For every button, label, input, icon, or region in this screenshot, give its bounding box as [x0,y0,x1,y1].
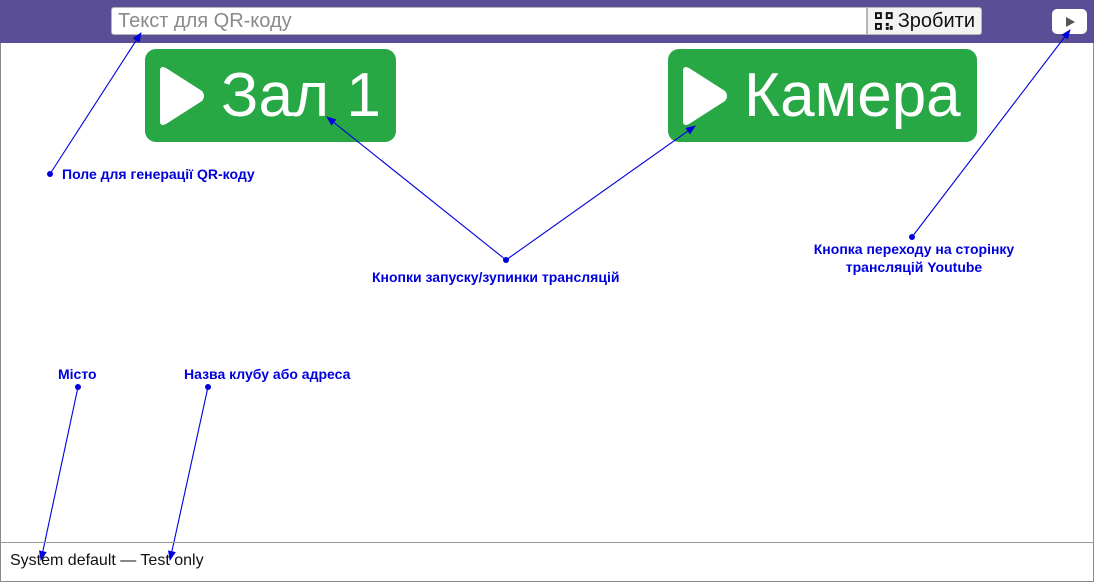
hall-1-stream-button[interactable]: Зал 1 [145,49,396,142]
play-icon [1065,16,1075,27]
youtube-streams-button[interactable] [1052,9,1087,34]
top-bar: Зробити [0,0,1094,43]
annotation-club: Назва клубу або адреса [184,366,351,382]
play-icon [683,66,727,125]
annotation-qr-field: Поле для генерації QR-коду [62,166,255,182]
play-icon [160,66,204,125]
qr-text-input[interactable] [111,7,867,35]
make-qr-button[interactable]: Зробити [867,7,982,35]
footer-divider [0,542,1094,543]
annotation-youtube-line-1: Кнопка переходу на сторінку [813,241,1015,257]
hall-1-stream-label: Зал 1 [221,61,381,130]
annotation-youtube-button: Кнопка переходу на сторінку трансляцій Y… [794,240,1034,276]
qr-code-icon [875,12,893,30]
annotation-stream-buttons: Кнопки запуску/зупинки трансляцій [372,269,620,285]
footer-status-text: System default — Test only [10,552,204,569]
camera-stream-label: Камера [744,61,961,130]
annotation-youtube-line-2: трансляцій Youtube [845,259,983,275]
camera-stream-button[interactable]: Камера [668,49,977,142]
annotation-city: Місто [58,366,97,382]
make-qr-button-label: Зробити [897,9,975,32]
